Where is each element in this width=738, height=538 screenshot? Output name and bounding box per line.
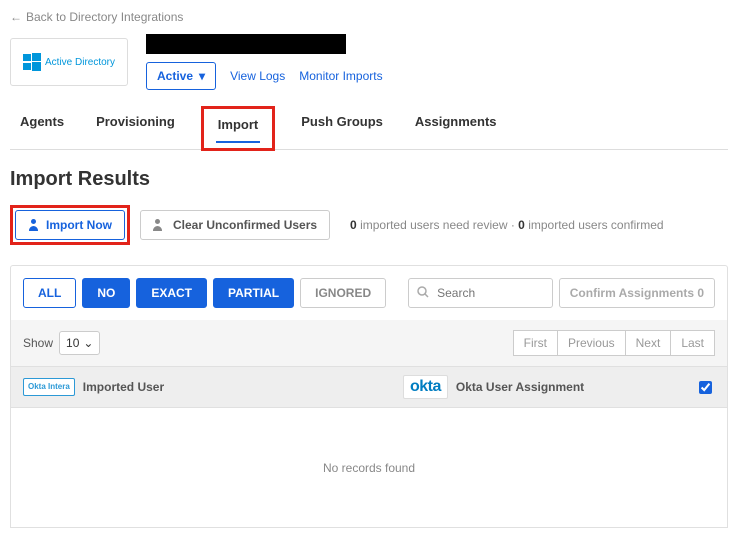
user-import-icon bbox=[28, 219, 40, 231]
app-logo-box: Active Directory bbox=[10, 38, 128, 86]
status-sep: · bbox=[511, 218, 515, 232]
page-title: Import Results bbox=[10, 168, 728, 191]
tab-bar: Agents Provisioning Import Push Groups A… bbox=[10, 104, 728, 150]
filter-bar: ALL NO EXACT PARTIAL IGNORED Confirm Ass… bbox=[10, 265, 728, 320]
col-imported-label: Imported User bbox=[83, 380, 164, 394]
clear-unconfirmed-label: Clear Unconfirmed Users bbox=[173, 218, 317, 232]
tab-import[interactable]: Import bbox=[212, 113, 264, 142]
clear-unconfirmed-button[interactable]: Clear Unconfirmed Users bbox=[140, 210, 330, 240]
table-header-row: Okta Intera Imported User okta Okta User… bbox=[10, 367, 728, 408]
windows-icon bbox=[23, 53, 41, 71]
select-all-checkbox[interactable] bbox=[699, 381, 712, 394]
confirmed-count: 0 bbox=[518, 218, 525, 232]
tab-provisioning[interactable]: Provisioning bbox=[90, 104, 181, 149]
okta-logo-icon: okta bbox=[403, 375, 448, 399]
table-controls: Show 10 ⌄ First Previous Next Last bbox=[10, 320, 728, 367]
monitor-imports-link[interactable]: Monitor Imports bbox=[299, 69, 382, 83]
show-select[interactable]: 10 ⌄ bbox=[59, 331, 100, 355]
caret-down-icon: ▾ bbox=[199, 69, 205, 83]
col-imported-user: Okta Intera Imported User bbox=[23, 378, 403, 396]
tab-import-highlight: Import bbox=[201, 106, 275, 151]
source-app-badge: Okta Intera bbox=[23, 378, 75, 396]
pager-next[interactable]: Next bbox=[626, 330, 672, 356]
filter-all[interactable]: ALL bbox=[23, 278, 76, 308]
tab-agents[interactable]: Agents bbox=[14, 104, 70, 149]
pager: First Previous Next Last bbox=[513, 330, 715, 356]
import-now-button[interactable]: Import Now bbox=[15, 210, 125, 240]
search-box[interactable] bbox=[408, 278, 553, 308]
back-link-label: Back to Directory Integrations bbox=[26, 10, 183, 24]
header-main: Active ▾ View Logs Monitor Imports bbox=[146, 34, 383, 90]
arrow-left-icon: ← bbox=[10, 10, 22, 24]
view-logs-link[interactable]: View Logs bbox=[230, 69, 285, 83]
search-icon bbox=[417, 286, 429, 301]
action-row: Import Now Clear Unconfirmed Users 0 imp… bbox=[10, 205, 728, 245]
pager-last[interactable]: Last bbox=[671, 330, 715, 356]
confirmed-text: imported users confirmed bbox=[528, 218, 663, 232]
filter-exact[interactable]: EXACT bbox=[136, 278, 207, 308]
back-to-directory-link[interactable]: ← Back to Directory Integrations bbox=[10, 10, 728, 24]
tab-push-groups[interactable]: Push Groups bbox=[295, 104, 389, 149]
tab-assignments[interactable]: Assignments bbox=[409, 104, 503, 149]
review-text: imported users need review bbox=[360, 218, 507, 232]
app-logo-label: Active Directory bbox=[45, 57, 115, 68]
show-label: Show bbox=[23, 336, 53, 350]
import-now-label: Import Now bbox=[46, 218, 112, 232]
filter-no[interactable]: NO bbox=[82, 278, 130, 308]
table-body: No records found bbox=[10, 408, 728, 528]
user-clear-icon bbox=[153, 219, 167, 231]
pager-first[interactable]: First bbox=[513, 330, 558, 356]
review-count: 0 bbox=[350, 218, 357, 232]
col-okta-assignment: okta Okta User Assignment bbox=[403, 375, 715, 399]
search-input[interactable] bbox=[435, 285, 544, 301]
filter-partial[interactable]: PARTIAL bbox=[213, 278, 294, 308]
empty-state-text: No records found bbox=[323, 461, 415, 475]
import-status-text: 0 imported users need review · 0 importe… bbox=[350, 218, 664, 232]
chevron-down-icon: ⌄ bbox=[83, 336, 93, 350]
status-label: Active bbox=[157, 69, 193, 83]
header-actions: Active ▾ View Logs Monitor Imports bbox=[146, 62, 383, 90]
app-title bbox=[146, 34, 346, 54]
confirm-assignments-button[interactable]: Confirm Assignments 0 bbox=[559, 278, 715, 308]
show-value: 10 bbox=[66, 336, 79, 350]
filter-ignored[interactable]: IGNORED bbox=[300, 278, 386, 308]
app-header: Active Directory Active ▾ View Logs Moni… bbox=[10, 34, 728, 90]
pager-prev[interactable]: Previous bbox=[558, 330, 626, 356]
col-okta-label: Okta User Assignment bbox=[456, 380, 584, 394]
status-dropdown[interactable]: Active ▾ bbox=[146, 62, 216, 90]
import-now-highlight: Import Now bbox=[10, 205, 130, 245]
